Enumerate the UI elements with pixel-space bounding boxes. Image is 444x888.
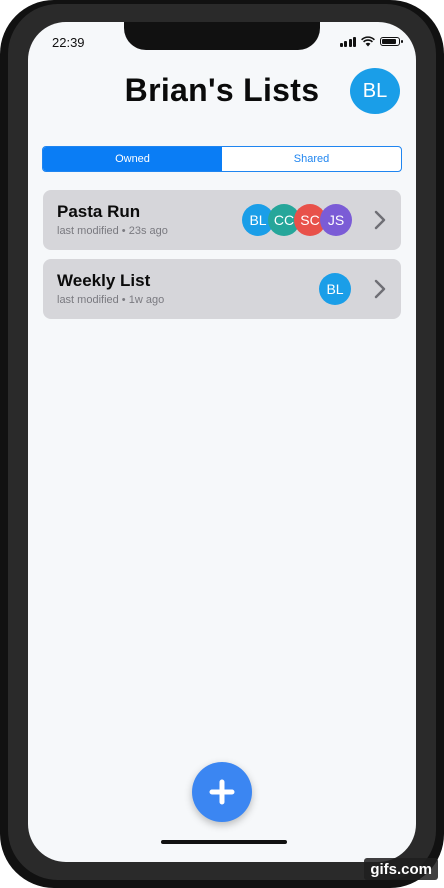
list-title: Weekly List [57,271,151,290]
watermark: gifs.com [364,858,438,880]
chevron-right-icon [374,279,386,299]
owned-shared-toggle[interactable]: Owned Shared [42,146,402,172]
wifi-icon [361,35,375,46]
list-modified: last modified • 23s ago [57,225,168,237]
profile-avatar[interactable]: BL [350,68,400,114]
avatar: JS [320,204,352,236]
device-notch [124,22,320,50]
status-icons [339,35,403,47]
member-avatars: BL [319,273,351,305]
chevron-right-icon [374,210,386,230]
phone-frame: 22:39 Brian's Lists BL Owned Shared Past… [0,0,444,888]
tab-shared[interactable]: Shared [222,147,401,171]
member-avatars: BL CC SC JS [242,204,352,236]
plus-icon [209,779,235,805]
list-item[interactable]: Pasta Run last modified • 23s ago BL CC … [43,190,401,250]
list-item[interactable]: Weekly List last modified • 1w ago BL [43,259,401,319]
app-screen: 22:39 Brian's Lists BL Owned Shared Past… [28,22,416,862]
list-title: Pasta Run [57,202,141,221]
home-indicator [161,840,287,844]
status-time: 22:39 [52,35,85,50]
signal-icon [339,36,356,47]
list-modified: last modified • 1w ago [57,294,165,306]
tab-owned[interactable]: Owned [43,147,222,171]
avatar: BL [319,273,351,305]
battery-icon [380,36,403,46]
add-list-button[interactable] [192,762,252,822]
